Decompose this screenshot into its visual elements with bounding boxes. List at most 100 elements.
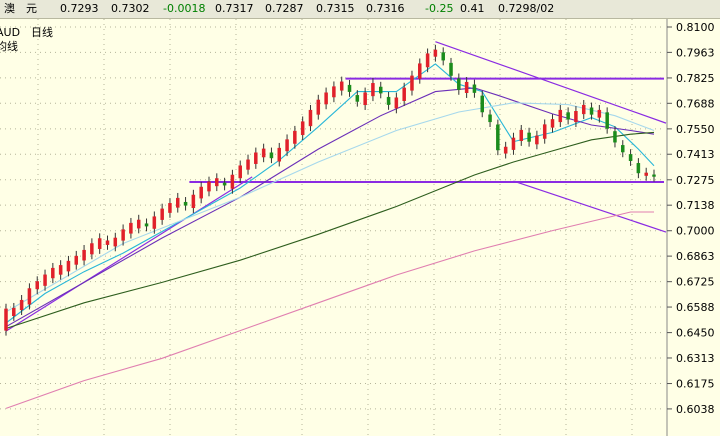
candle-body [574, 111, 578, 123]
candlestick-chart[interactable]: 0.8100 0.7963 0.7825 0.7688 0.7550 0.7413 0.72… [0, 0, 720, 436]
candle-body [254, 152, 258, 164]
y-tick-label: 0.7688 [676, 97, 715, 110]
candle-body [316, 99, 321, 115]
candle-body [558, 109, 563, 123]
candle-body [129, 222, 133, 234]
candle-body [535, 135, 539, 145]
candle-body [363, 92, 367, 106]
candle-body [74, 255, 79, 265]
candle-body [90, 243, 94, 255]
candle-body [355, 95, 360, 102]
quote-window: 澳 元 0.7293 0.7302 -0.0018 0.7317 0.7287 … [0, 0, 720, 436]
candle-body [121, 229, 125, 241]
y-tick-label: 0.6588 [676, 301, 715, 314]
candle-body [519, 129, 524, 141]
y-tick-label: 0.7825 [676, 72, 715, 85]
y-tick-label: 0.6038 [676, 403, 715, 416]
candle-body [605, 112, 609, 129]
candle-body [433, 49, 438, 57]
candle-body [168, 203, 172, 213]
candle-body [621, 145, 625, 153]
candle-body [113, 237, 118, 247]
candle-body [152, 216, 157, 229]
candle-body [35, 281, 39, 290]
candle-body [191, 194, 196, 209]
y-tick-label: 0.6313 [676, 352, 715, 365]
candle-body [472, 84, 477, 93]
candle-body [324, 92, 328, 105]
y-tick-label: 0.7963 [676, 46, 715, 59]
candle-body [269, 152, 274, 159]
candle-body [386, 96, 391, 105]
candle-body [480, 95, 484, 113]
candle-body [238, 165, 242, 179]
y-tick-label: 0.7000 [676, 225, 715, 238]
candle-body [441, 52, 445, 61]
y-tick-label: 0.7550 [676, 123, 715, 136]
candle-body [230, 174, 235, 189]
candle-body [339, 81, 344, 91]
candle-body [644, 172, 648, 176]
candle-body [378, 86, 383, 94]
candle-body [4, 308, 8, 331]
candle-body [628, 154, 633, 161]
candle-body [652, 174, 656, 177]
legend-ma: 均线 [0, 39, 18, 53]
candle-body [488, 114, 492, 123]
candle-body [308, 109, 313, 127]
candle-body [160, 208, 164, 220]
candle-body [394, 97, 399, 109]
candle-body [589, 107, 594, 115]
candle-body [371, 83, 375, 97]
y-tick-label: 0.7138 [676, 199, 715, 212]
candle-body [511, 137, 516, 150]
candle-body [207, 181, 211, 192]
candle-body [136, 219, 141, 229]
candle-body [43, 274, 47, 286]
candle-body [277, 147, 282, 162]
candle-body [300, 121, 305, 136]
candle-body [19, 299, 24, 311]
candle-body [27, 288, 32, 305]
candle-body [215, 178, 219, 187]
candle-body [332, 86, 336, 98]
candle-body [597, 109, 602, 118]
candle-body [418, 63, 422, 79]
candle-body [199, 186, 203, 199]
candle-body [410, 75, 414, 91]
candle-body [293, 130, 297, 144]
candle-body [449, 62, 453, 76]
candle-body [464, 81, 469, 94]
candle-body [503, 146, 508, 154]
candle-body [105, 240, 110, 245]
candle-body [222, 182, 227, 186]
candle-body [176, 197, 180, 208]
y-tick-label: 0.8100 [676, 21, 715, 34]
candle-body [82, 249, 86, 261]
candle-body [97, 238, 102, 249]
legend-symbol: AUD 日线 [0, 25, 53, 39]
candle-body [51, 267, 55, 279]
candle-body [12, 307, 16, 316]
candle-body [66, 260, 71, 272]
candle-body [402, 87, 406, 101]
candle-body [636, 163, 641, 174]
y-tick-label: 0.7275 [676, 174, 715, 187]
candle-body [613, 131, 617, 143]
y-tick-label: 0.6725 [676, 276, 715, 289]
candle-body [183, 201, 188, 206]
candle-body [550, 119, 555, 128]
candle-body [542, 124, 547, 139]
candle-body [261, 148, 266, 158]
candle-body [527, 132, 531, 142]
y-tick-label: 0.7413 [676, 148, 715, 161]
candle-body [347, 84, 352, 92]
candle-body [457, 78, 461, 90]
y-tick-label: 0.6175 [676, 378, 715, 391]
candle-body [144, 223, 149, 227]
y-tick-label: 0.6863 [676, 250, 715, 263]
candle-body [566, 112, 570, 120]
candle-body [581, 104, 586, 115]
candle-body [496, 124, 500, 151]
y-tick-label: 0.6450 [676, 327, 715, 340]
